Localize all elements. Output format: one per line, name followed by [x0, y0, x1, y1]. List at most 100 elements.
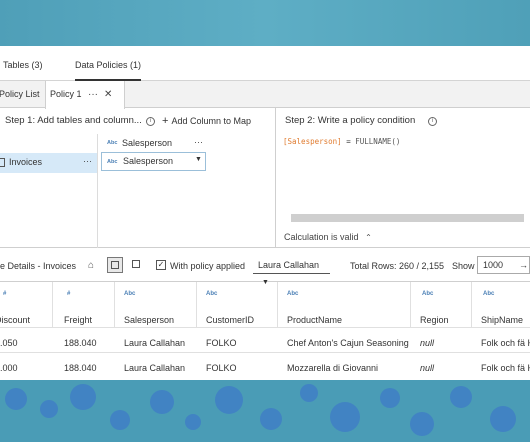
horizontal-scrollbar[interactable] — [291, 214, 524, 222]
decorative-dot — [450, 386, 472, 408]
user-select[interactable]: Laura Callahan ▼ — [253, 257, 330, 286]
decorative-dot — [215, 386, 243, 414]
cell-region: null — [420, 363, 435, 373]
policy-checkbox[interactable]: ✓ — [156, 260, 166, 270]
abc-type-icon: Abc — [483, 291, 495, 297]
row-divider — [0, 327, 530, 328]
cell-region: null — [420, 338, 435, 348]
chevron-up-icon: ⌃ — [365, 233, 372, 242]
decorative-dot — [490, 406, 516, 432]
tab-policy1[interactable]: Policy 1 — [45, 81, 125, 109]
policy-checkbox-label: With policy applied — [170, 261, 246, 271]
column-header[interactable]: Abc ShipName — [472, 282, 530, 327]
abc-type-icon: Abc — [107, 159, 118, 165]
column-header[interactable]: # Freight — [53, 282, 115, 327]
data-policy-panel: Tables (3) Data Policies (1) Policy List… — [0, 46, 530, 380]
cell-customerid: FOLKO — [206, 338, 237, 348]
data-table: # Discount # Freight Abc Salesperson Abc… — [0, 282, 530, 380]
close-icon[interactable]: ✕ — [104, 81, 112, 108]
tab-policy1-label: Policy 1 — [50, 89, 82, 99]
cell-salesperson: Laura Callahan — [124, 338, 186, 348]
code-field: [Salesperson] — [283, 137, 342, 146]
column-select-value: Salesperson — [123, 156, 174, 166]
abc-type-icon: Abc — [287, 291, 299, 297]
number-type-icon: # — [3, 291, 7, 297]
tab-data-policies[interactable]: Data Policies (1) — [75, 60, 142, 81]
details-title: e Details - Invoices — [0, 261, 77, 271]
decorative-dot — [380, 388, 400, 408]
column-header[interactable]: Abc ProductName — [278, 282, 411, 327]
column-header[interactable]: Abc CustomerID — [197, 282, 278, 327]
cell-customerid: FOLKO — [206, 363, 237, 373]
total-rows: Total Rows: 260 / 2,155 — [350, 261, 445, 271]
tab-tables[interactable]: Tables (3) — [3, 60, 43, 70]
cell-freight: 188.040 — [64, 363, 97, 373]
calc-status-label: Calculation is valid — [284, 232, 359, 242]
tab-policy-list[interactable]: Policy List — [0, 81, 44, 108]
step2-section: Step 2: Write a policy condition i [Sale… — [277, 108, 530, 248]
cell-shipname: Folk och fä H — [481, 338, 530, 348]
table-more-icon[interactable]: ··· — [83, 156, 92, 166]
column-header-label: Salesperson — [122, 138, 173, 148]
column-view-button[interactable] — [129, 257, 145, 273]
column-name: Discount — [0, 315, 31, 325]
column-more-icon[interactable]: ··· — [194, 137, 203, 147]
abc-type-icon: Abc — [124, 291, 136, 297]
column-header[interactable]: # Discount — [0, 282, 53, 327]
columns-icon — [132, 260, 140, 268]
abc-type-icon: Abc — [422, 291, 434, 297]
cell-discount: 0.050 — [0, 338, 18, 348]
cell-productname: Chef Anton's Cajun Seasoning — [287, 338, 409, 348]
column-name: ProductName — [287, 315, 343, 325]
background-bottom — [0, 380, 530, 442]
column-name: Region — [420, 315, 449, 325]
tab-more-icon[interactable]: ··· — [88, 81, 98, 108]
step2-title: Step 2: Write a policy condition — [285, 115, 416, 126]
decorative-dot — [110, 410, 130, 430]
chevron-down-icon: ▼ — [195, 156, 202, 163]
calc-status[interactable]: Calculation is valid ⌃ — [284, 232, 372, 242]
decorative-dot — [260, 408, 282, 430]
column-header[interactable]: Abc Salesperson — [115, 282, 197, 327]
table-item-invoices[interactable]: Invoices ··· — [0, 153, 97, 173]
step-area: Step 1: Add tables and column... i + Add … — [0, 108, 530, 248]
column-name: ShipName — [481, 315, 524, 325]
arrow-right-icon: → — [519, 260, 528, 270]
code-operator: = — [341, 137, 356, 146]
number-type-icon: # — [67, 291, 71, 297]
info-icon[interactable]: i — [428, 117, 437, 126]
cell-discount: 0.000 — [0, 363, 18, 373]
cell-freight: 188.040 — [64, 338, 97, 348]
add-column-button[interactable]: + Add Column to Map — [162, 115, 251, 127]
column-divider — [97, 134, 98, 248]
abc-type-icon: Abc — [107, 140, 118, 146]
decorative-dot — [150, 390, 174, 414]
grid-view-button[interactable] — [107, 257, 123, 273]
show-count-input[interactable]: 1000 → — [477, 256, 530, 274]
decorative-dot — [185, 414, 201, 430]
column-name: Freight — [64, 315, 93, 325]
column-name: CustomerID — [206, 315, 255, 325]
user-select-value: Laura Callahan — [258, 260, 320, 270]
decorative-dot — [330, 402, 360, 432]
cell-shipname: Folk och fä H — [481, 363, 530, 373]
column-name: Salesperson — [124, 315, 175, 325]
step1-section: Step 1: Add tables and column... i + Add … — [0, 108, 276, 248]
column-header[interactable]: Abc Region — [411, 282, 472, 327]
plus-icon: + — [162, 115, 169, 127]
column-select[interactable]: Abc Salesperson ▼ — [101, 152, 206, 171]
policy-condition-editor[interactable]: [Salesperson] = FULLNAME() — [283, 137, 400, 146]
decorative-dot — [5, 388, 27, 410]
row-divider — [0, 352, 530, 353]
background-top — [0, 0, 530, 46]
abc-type-icon: Abc — [206, 291, 218, 297]
cell-salesperson: Laura Callahan — [124, 363, 186, 373]
decorative-dot — [300, 384, 318, 402]
tag-icon[interactable]: ⌂ — [88, 260, 94, 271]
decorative-dot — [70, 384, 96, 410]
add-column-label: Add Column to Map — [171, 116, 251, 126]
table-icon — [0, 158, 5, 167]
info-icon[interactable]: i — [146, 117, 155, 126]
details-bar: e Details - Invoices ⌂ ✓ With policy app… — [0, 248, 530, 286]
step1-title: Step 1: Add tables and column... — [5, 115, 142, 126]
